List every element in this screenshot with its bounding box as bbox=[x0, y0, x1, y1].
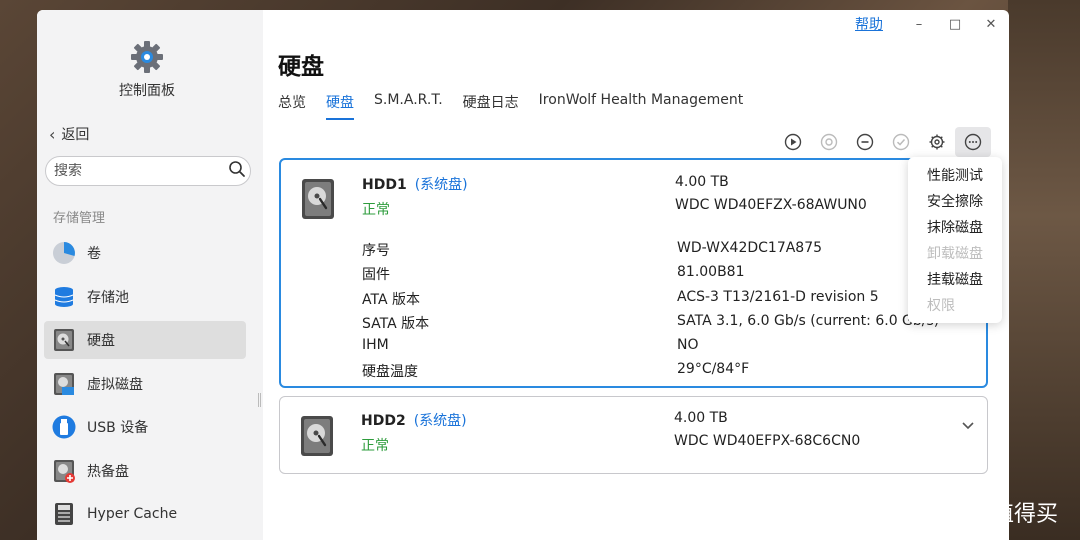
sidebar-item-hdd[interactable]: 硬盘 bbox=[44, 321, 246, 359]
sidebar-resize-handle[interactable] bbox=[258, 393, 261, 407]
stop-button[interactable] bbox=[811, 127, 847, 157]
virtual-disk-icon bbox=[52, 372, 76, 396]
menu-item-unmount-disk: 卸载磁盘 bbox=[927, 246, 983, 262]
disk-capacity: 4.00 TB bbox=[674, 410, 728, 426]
sidebar-item-label: 存储池 bbox=[87, 289, 129, 306]
sidebar-item-label: USB 设备 bbox=[87, 420, 149, 436]
tab-disk-log[interactable]: 硬盘日志 bbox=[463, 92, 519, 120]
page-title: 硬盘 bbox=[278, 54, 324, 80]
control-panel-window: 控制面板 ‹ 返回 存储管理 卷 存储池 bbox=[37, 10, 1009, 540]
system-disk-tag: (系统盘) bbox=[414, 177, 468, 193]
sidebar-item-hot-spare[interactable]: 热备盘 bbox=[44, 452, 246, 490]
search-icon[interactable] bbox=[228, 160, 246, 182]
sidebar-item-hyper-cache[interactable]: Hyper Cache bbox=[44, 495, 246, 533]
more-icon bbox=[964, 133, 982, 151]
help-link[interactable]: 帮助 bbox=[855, 14, 883, 34]
sidebar-item-label: 热备盘 bbox=[87, 463, 129, 480]
sidebar-item-label: 虚拟磁盘 bbox=[87, 376, 143, 393]
play-button[interactable] bbox=[775, 127, 811, 157]
sidebar-item-usb[interactable]: USB 设备 bbox=[44, 408, 246, 446]
stop-circle-icon bbox=[820, 133, 838, 151]
detail-row-serial: 序号 WD-WX42DC17A875 bbox=[362, 240, 823, 259]
tab-hdd[interactable]: 硬盘 bbox=[326, 92, 354, 120]
desktop-background bbox=[1008, 0, 1080, 540]
disk-status: 正常 bbox=[362, 202, 390, 218]
disk-card-hdd1[interactable]: HDD1 (系统盘) 正常 4.00 TB WDC WD40EFZX-68AWUN… bbox=[279, 158, 988, 388]
tab-smart[interactable]: S.M.A.R.T. bbox=[374, 92, 443, 120]
disk-toolbar bbox=[775, 127, 991, 157]
detail-row-sata: SATA 版本 SATA 3.1, 6.0 Gb/s (current: 6.0 … bbox=[362, 313, 940, 332]
sidebar: 控制面板 ‹ 返回 存储管理 卷 存储池 bbox=[37, 10, 263, 540]
hyper-cache-icon bbox=[52, 502, 76, 526]
hdd-icon bbox=[300, 415, 334, 457]
disk-capacity: 4.00 TB bbox=[675, 174, 729, 190]
menu-item-secure-erase[interactable]: 安全擦除 bbox=[908, 189, 1002, 215]
watermark: 值 什么值得买 bbox=[912, 496, 1058, 528]
search-input[interactable] bbox=[54, 163, 228, 179]
maximize-button[interactable]: □ bbox=[937, 17, 973, 32]
menu-item-wipe-disk[interactable]: 抹除磁盘 bbox=[908, 215, 1002, 241]
system-disk-tag: (系统盘) bbox=[413, 413, 467, 429]
disk-name: HDD1 (系统盘) bbox=[362, 177, 468, 193]
back-button[interactable]: ‹ 返回 bbox=[49, 124, 89, 144]
app-title: 控制面板 bbox=[119, 83, 175, 99]
chevron-down-icon[interactable] bbox=[961, 419, 975, 435]
disk-status: 正常 bbox=[361, 438, 389, 454]
gear-icon bbox=[929, 134, 945, 150]
settings-button[interactable] bbox=[919, 127, 955, 157]
control-panel-gear-icon bbox=[130, 40, 164, 74]
tab-overview[interactable]: 总览 bbox=[278, 92, 306, 120]
close-button[interactable]: ✕ bbox=[973, 17, 1009, 32]
usb-icon bbox=[52, 415, 76, 439]
sidebar-item-label: 硬盘 bbox=[87, 333, 115, 349]
disk-card-hdd2[interactable]: HDD2 (系统盘) 正常 4.00 TB WDC WD40EFPX-68C6CN… bbox=[279, 396, 988, 474]
detail-row-ata: ATA 版本 ACS-3 T13/2161-D revision 5 bbox=[362, 289, 879, 308]
hdd-icon bbox=[301, 178, 335, 220]
check-circle-icon bbox=[892, 133, 910, 151]
play-icon bbox=[784, 133, 802, 151]
disk-name: HDD2 (系统盘) bbox=[361, 413, 467, 429]
more-actions-menu: 性能测试 安全擦除 抹除磁盘 卸载磁盘 挂载磁盘 权限 bbox=[908, 157, 1002, 323]
tab-ironwolf[interactable]: IronWolf Health Management bbox=[539, 92, 744, 120]
more-button[interactable] bbox=[955, 127, 991, 157]
sidebar-item-label: Hyper Cache bbox=[87, 506, 178, 522]
volume-pie-icon bbox=[52, 241, 76, 265]
sidebar-nav: 卷 存储池 硬盘 虚拟磁盘 USB 设备 热备盘 Hyper Cache bbox=[44, 234, 246, 539]
watermark-logo: 值 bbox=[912, 497, 942, 527]
menu-item-mount-disk[interactable]: 挂载磁盘 bbox=[908, 267, 1002, 293]
section-label-storage: 存储管理 bbox=[53, 211, 106, 226]
chevron-left-icon: ‹ bbox=[49, 124, 56, 144]
remove-button[interactable] bbox=[847, 127, 883, 157]
sidebar-item-label: 卷 bbox=[87, 246, 101, 262]
tab-bar: 总览 硬盘 S.M.A.R.T. 硬盘日志 IronWolf Health Ma… bbox=[278, 92, 763, 120]
detail-row-temperature: 硬盘温度 29°C/84°F bbox=[362, 361, 750, 380]
search-box bbox=[45, 156, 251, 186]
hdd-icon bbox=[52, 328, 76, 352]
detail-row-ihm: IHM NO bbox=[362, 337, 699, 353]
hot-spare-icon bbox=[52, 459, 76, 483]
check-button[interactable] bbox=[883, 127, 919, 157]
menu-item-permissions: 权限 bbox=[927, 298, 955, 314]
sidebar-item-volume[interactable]: 卷 bbox=[44, 234, 246, 272]
sidebar-item-virtual-disk[interactable]: 虚拟磁盘 bbox=[44, 365, 246, 403]
minimize-button[interactable]: – bbox=[901, 17, 937, 32]
window-titlebar: 帮助 – □ ✕ bbox=[855, 10, 1009, 38]
menu-item-benchmark[interactable]: 性能测试 bbox=[908, 163, 1002, 189]
watermark-text: 什么值得买 bbox=[948, 502, 1059, 527]
detail-row-firmware: 固件 81.00B81 bbox=[362, 264, 745, 283]
storage-pool-icon bbox=[52, 285, 76, 309]
disk-model: WDC WD40EFZX-68AWUN0 bbox=[675, 197, 867, 213]
back-label: 返回 bbox=[61, 127, 90, 143]
disk-model: WDC WD40EFPX-68C6CN0 bbox=[674, 433, 861, 449]
minus-circle-icon bbox=[856, 133, 874, 151]
sidebar-item-storage-pool[interactable]: 存储池 bbox=[44, 278, 246, 316]
